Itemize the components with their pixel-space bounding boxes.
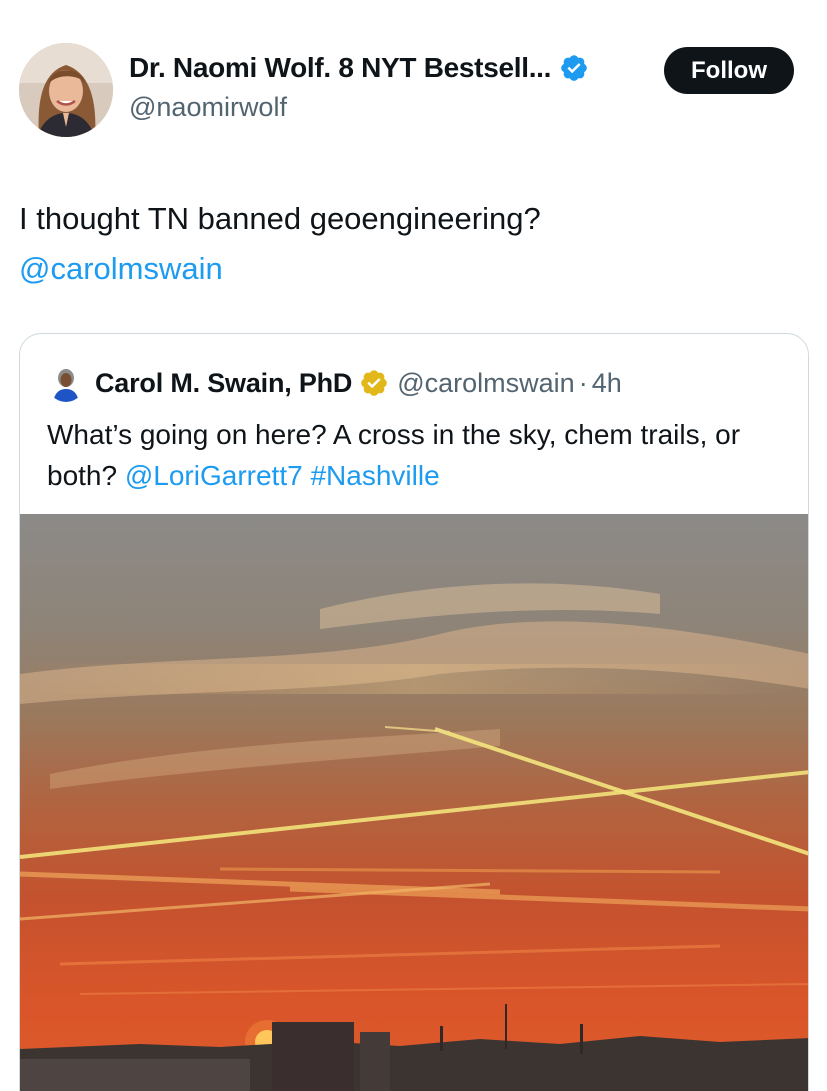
tweet-header: Dr. Naomi Wolf. 8 NYT Bestsell... @naomi… <box>0 0 827 150</box>
quoted-tweet-time[interactable]: 4h <box>592 368 622 399</box>
verified-gold-badge-icon <box>361 370 388 396</box>
author-avatar[interactable] <box>19 43 113 137</box>
tweet-body: I thought TN banned geoengineering? @car… <box>19 194 809 294</box>
tweet-text: I thought TN banned geoengineering? <box>19 201 541 236</box>
quoted-mention-link[interactable]: @LoriGarrett7 <box>125 460 303 491</box>
quoted-author-name[interactable]: Carol M. Swain, PhD <box>95 368 352 399</box>
quoted-author-avatar[interactable] <box>47 364 85 402</box>
follow-button[interactable]: Follow <box>664 47 794 94</box>
verified-badge-icon <box>561 55 587 81</box>
separator-dot: · <box>578 367 588 398</box>
quoted-tweet-text: What’s going on here? A cross in the sky… <box>47 414 787 496</box>
author-name-row: Dr. Naomi Wolf. 8 NYT Bestsell... <box>129 52 589 84</box>
author-handle[interactable]: @naomirwolf <box>129 92 287 123</box>
tweet-mention-link[interactable]: @carolmswain <box>19 244 809 294</box>
quoted-tweet-header: Carol M. Swain, PhD @carolmswain · 4h <box>47 364 622 402</box>
quoted-tweet-card[interactable]: Carol M. Swain, PhD @carolmswain · 4h Wh… <box>19 333 809 1091</box>
sunset-sky-photo[interactable] <box>20 514 809 1091</box>
hashtag-link[interactable]: #Nashville <box>310 460 439 491</box>
author-display-name[interactable]: Dr. Naomi Wolf. 8 NYT Bestsell... <box>129 52 551 84</box>
quoted-author-handle[interactable]: @carolmswain <box>397 368 574 399</box>
